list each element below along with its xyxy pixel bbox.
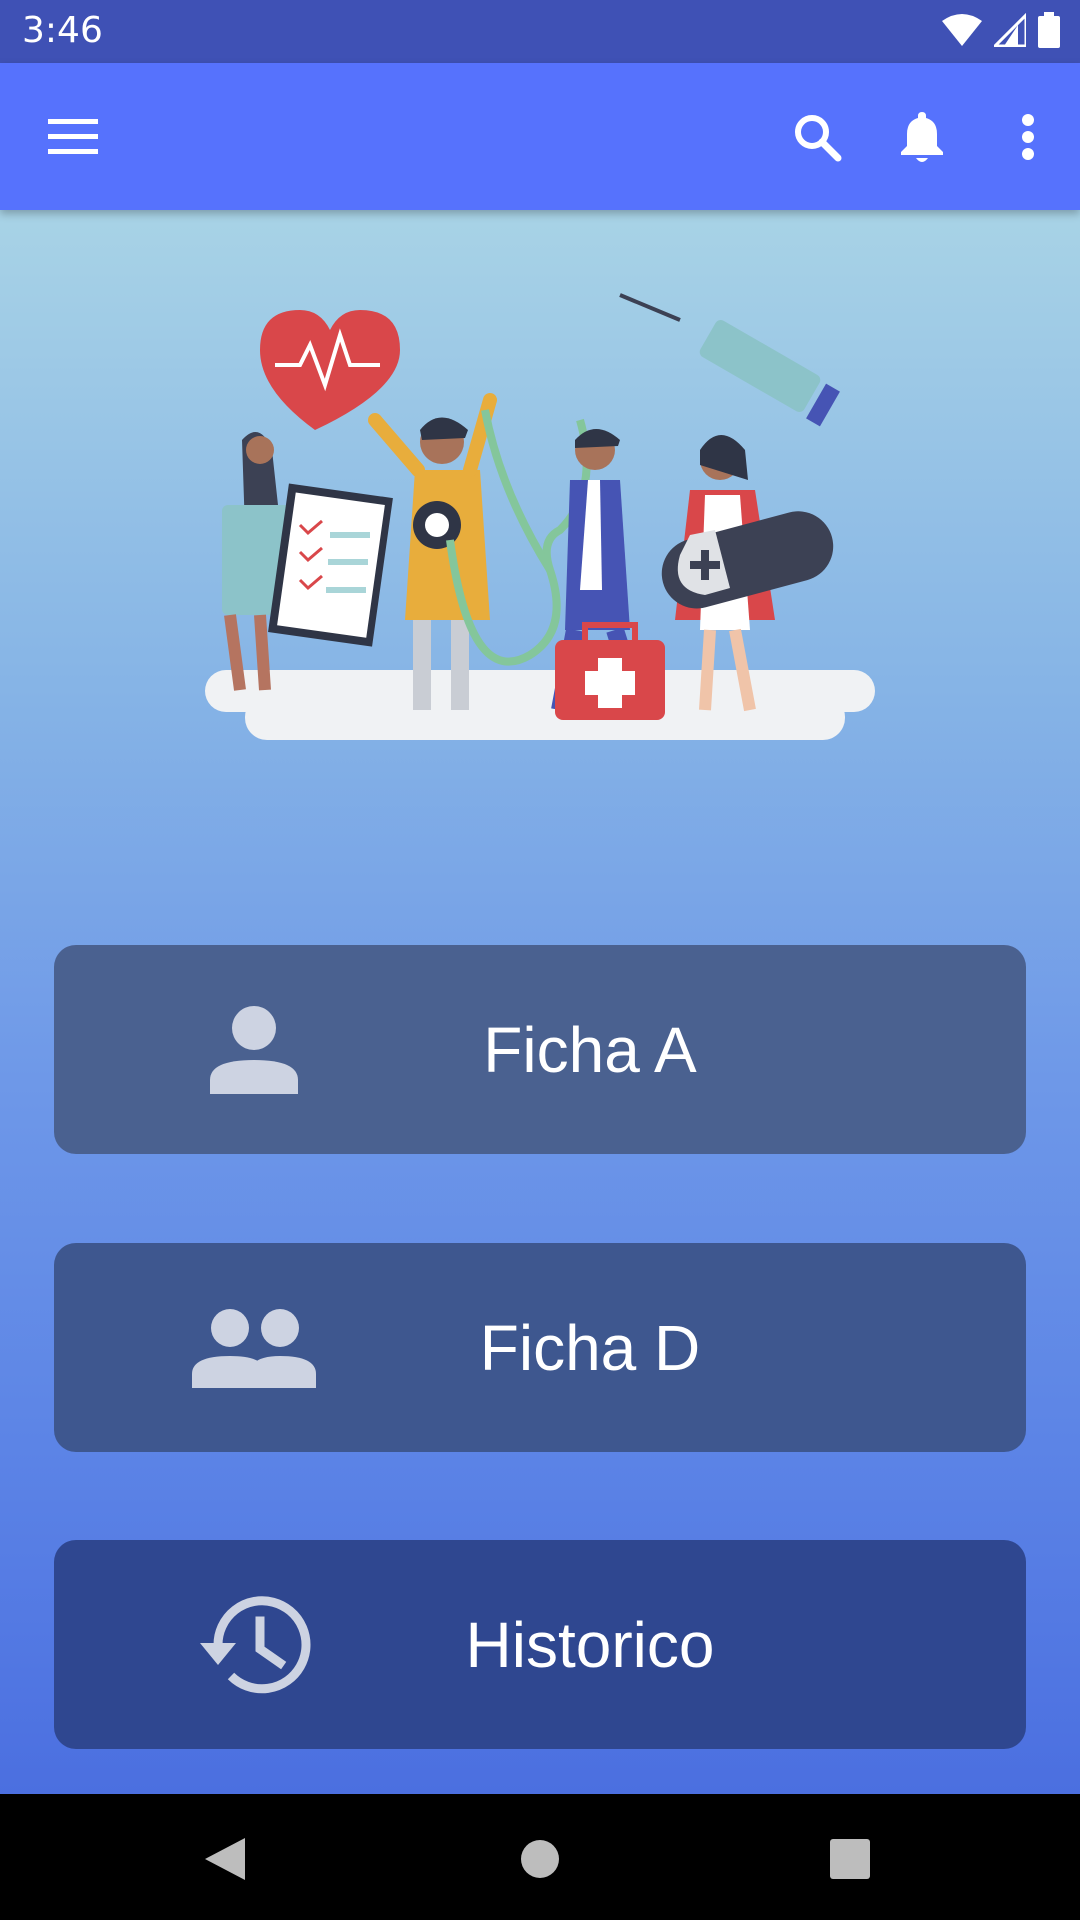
- historico-label: Historico: [465, 1608, 715, 1681]
- signal-icon: [994, 13, 1026, 47]
- historico-button[interactable]: Historico: [54, 1540, 1026, 1749]
- more-vert-icon[interactable]: [992, 101, 1064, 173]
- ficha-d-button[interactable]: Ficha D: [54, 1243, 1026, 1452]
- status-bar: 3:46: [0, 0, 1080, 63]
- bell-icon[interactable]: [886, 101, 958, 173]
- status-time: 3:46: [22, 10, 103, 51]
- search-icon[interactable]: [781, 101, 853, 173]
- status-icons: [942, 12, 1060, 48]
- home-icon[interactable]: [505, 1824, 575, 1894]
- hamburger-menu-icon[interactable]: [37, 101, 109, 173]
- system-nav-bar: [0, 1794, 1080, 1920]
- app-bar: [0, 63, 1080, 210]
- back-icon[interactable]: [190, 1824, 260, 1894]
- wifi-icon: [942, 14, 982, 46]
- recents-icon[interactable]: [815, 1824, 885, 1894]
- ficha-a-label: Ficha A: [483, 1013, 697, 1086]
- main-content: Ficha A Ficha D Historico: [0, 210, 1080, 1794]
- battery-icon: [1038, 12, 1060, 48]
- ficha-a-button[interactable]: Ficha A: [54, 945, 1026, 1154]
- medical-team-illustration: [205, 293, 875, 740]
- ficha-d-label: Ficha D: [479, 1311, 701, 1384]
